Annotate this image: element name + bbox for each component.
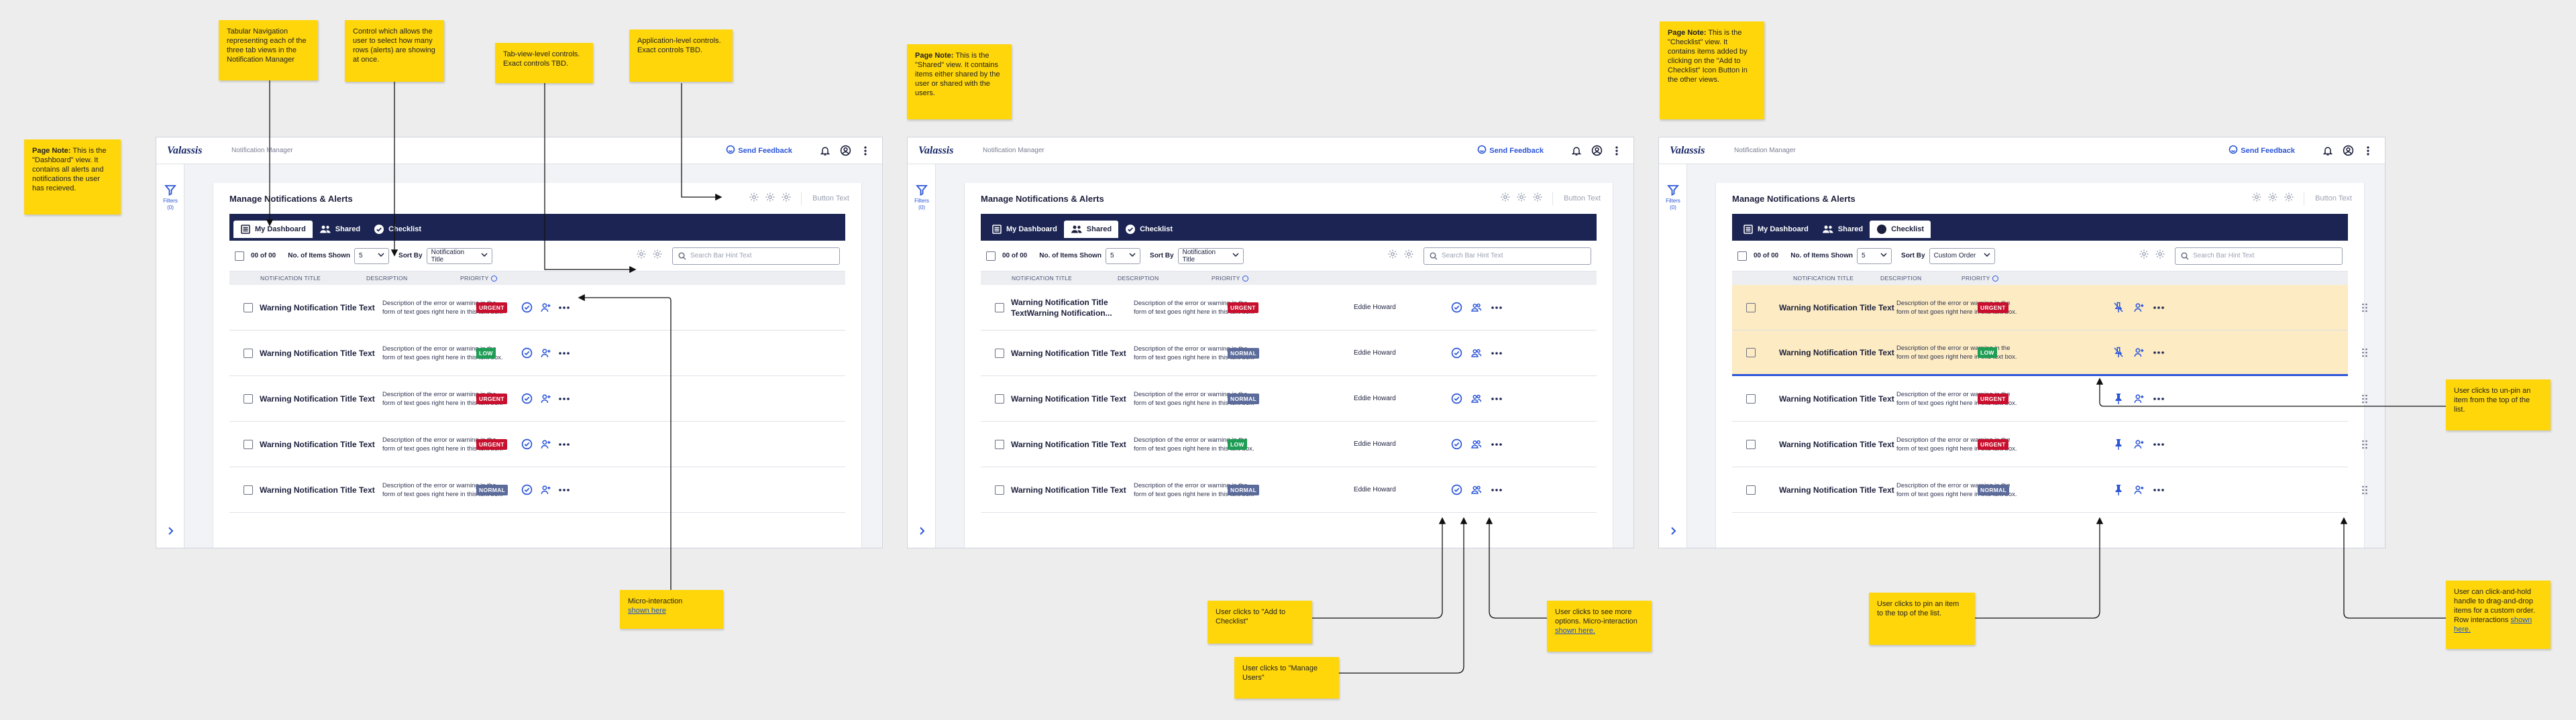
connector-lines [266,80,2446,674]
